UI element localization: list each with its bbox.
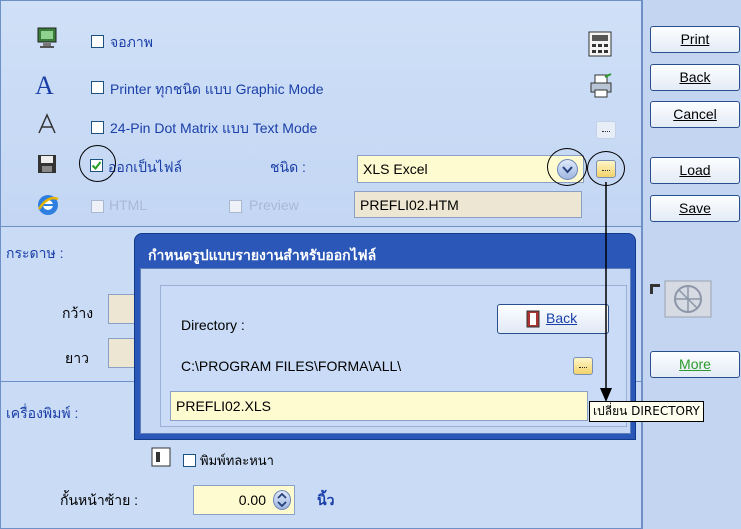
screen-checkbox[interactable] xyxy=(91,35,104,48)
spinner-arrows-icon xyxy=(277,492,287,508)
back-button-label: Back xyxy=(679,69,711,85)
draft-checkbox[interactable] xyxy=(183,454,196,467)
export-filename-value: PREFLI02.XLS xyxy=(176,398,271,414)
printer-graphic-label: Printer ทุกชนิด แบบ Graphic Mode xyxy=(110,81,324,97)
svg-text:A: A xyxy=(35,72,54,98)
preview-checkbox[interactable] xyxy=(229,200,242,213)
html-filename-field: PREFLI02.HTM xyxy=(354,191,582,218)
dot-matrix-settings-button[interactable] xyxy=(596,121,616,139)
back-door-icon xyxy=(526,310,540,328)
annotation-circle-file-checkbox xyxy=(79,145,116,182)
printer-section-label: เครื่องพิมพ์ : xyxy=(6,405,79,421)
internet-explorer-icon xyxy=(37,195,59,215)
load-button[interactable]: Load xyxy=(650,157,740,184)
change-directory-tooltip: เปลี่ยน DIRECTORY xyxy=(589,401,704,422)
dialog-title: กำหนดรูปแบบรายงานสำหรับออกไฟล์ xyxy=(148,248,377,264)
annotation-arrow xyxy=(600,182,612,402)
page-orientation-icon[interactable] xyxy=(664,280,712,318)
dialog-back-label: Back xyxy=(546,310,578,326)
paper-width-label: กว้าง xyxy=(62,305,94,321)
printer-graphic-checkbox[interactable] xyxy=(91,81,104,94)
paper-section-label: กระดาษ : xyxy=(6,245,64,261)
file-type-caption: ชนิด : xyxy=(270,159,306,175)
file-type-value: XLS Excel xyxy=(363,161,428,177)
left-margin-unit: นิ้ว xyxy=(317,492,335,508)
draft-label: พิมพ์ทละหนา xyxy=(200,453,274,468)
draft-printer-icon xyxy=(151,447,171,467)
cancel-button[interactable]: Cancel xyxy=(650,101,740,128)
directory-path-text: C:\PROGRAM FILES\FORMA\ALL\ xyxy=(181,358,402,374)
monitor-icon xyxy=(37,27,57,48)
html-filename-value: PREFLI02.HTM xyxy=(360,197,459,213)
back-button[interactable]: Back xyxy=(650,64,740,91)
dialog-back-button[interactable]: Back xyxy=(497,304,609,334)
dot-matrix-label: 24-Pin Dot Matrix แบบ Text Mode xyxy=(110,120,318,136)
load-button-label: Load xyxy=(679,162,711,178)
floppy-disk-icon xyxy=(38,155,56,173)
outline-a-icon xyxy=(38,113,56,134)
print-button[interactable]: Print xyxy=(650,26,740,53)
save-button[interactable]: Save xyxy=(650,195,740,222)
tooltip-text: เปลี่ยน DIRECTORY xyxy=(593,404,700,418)
left-margin-label: กั้นหน้าซ้าย : xyxy=(60,492,139,508)
orientation-indicator xyxy=(650,284,660,294)
screen-label: จอภาพ xyxy=(110,34,153,50)
more-button-label: More xyxy=(679,356,711,372)
printer-setup-icon[interactable] xyxy=(589,73,613,99)
cancel-button-label: Cancel xyxy=(673,106,717,122)
print-button-label: Print xyxy=(680,31,710,47)
save-button-label: Save xyxy=(679,200,711,216)
file-output-label: ออกเป็นไฟล์ xyxy=(108,159,183,175)
preview-label: Preview xyxy=(249,197,299,213)
left-margin-value: 0.00 xyxy=(238,492,266,508)
calculator-icon[interactable] xyxy=(587,30,613,58)
html-label: HTML xyxy=(109,197,148,213)
left-margin-spinner[interactable] xyxy=(273,490,291,510)
dot-matrix-checkbox[interactable] xyxy=(91,121,104,134)
annotation-circle-dropdown xyxy=(547,148,587,186)
annotation-circle-settings xyxy=(587,151,625,186)
change-directory-button[interactable] xyxy=(573,357,593,375)
more-button[interactable]: More xyxy=(650,351,740,378)
html-checkbox[interactable] xyxy=(91,200,104,213)
font-a-icon: A xyxy=(35,72,54,98)
export-filename-field[interactable]: PREFLI02.XLS xyxy=(170,391,588,421)
paper-length-label: ยาว xyxy=(65,350,89,366)
directory-label: Directory : xyxy=(181,317,245,333)
